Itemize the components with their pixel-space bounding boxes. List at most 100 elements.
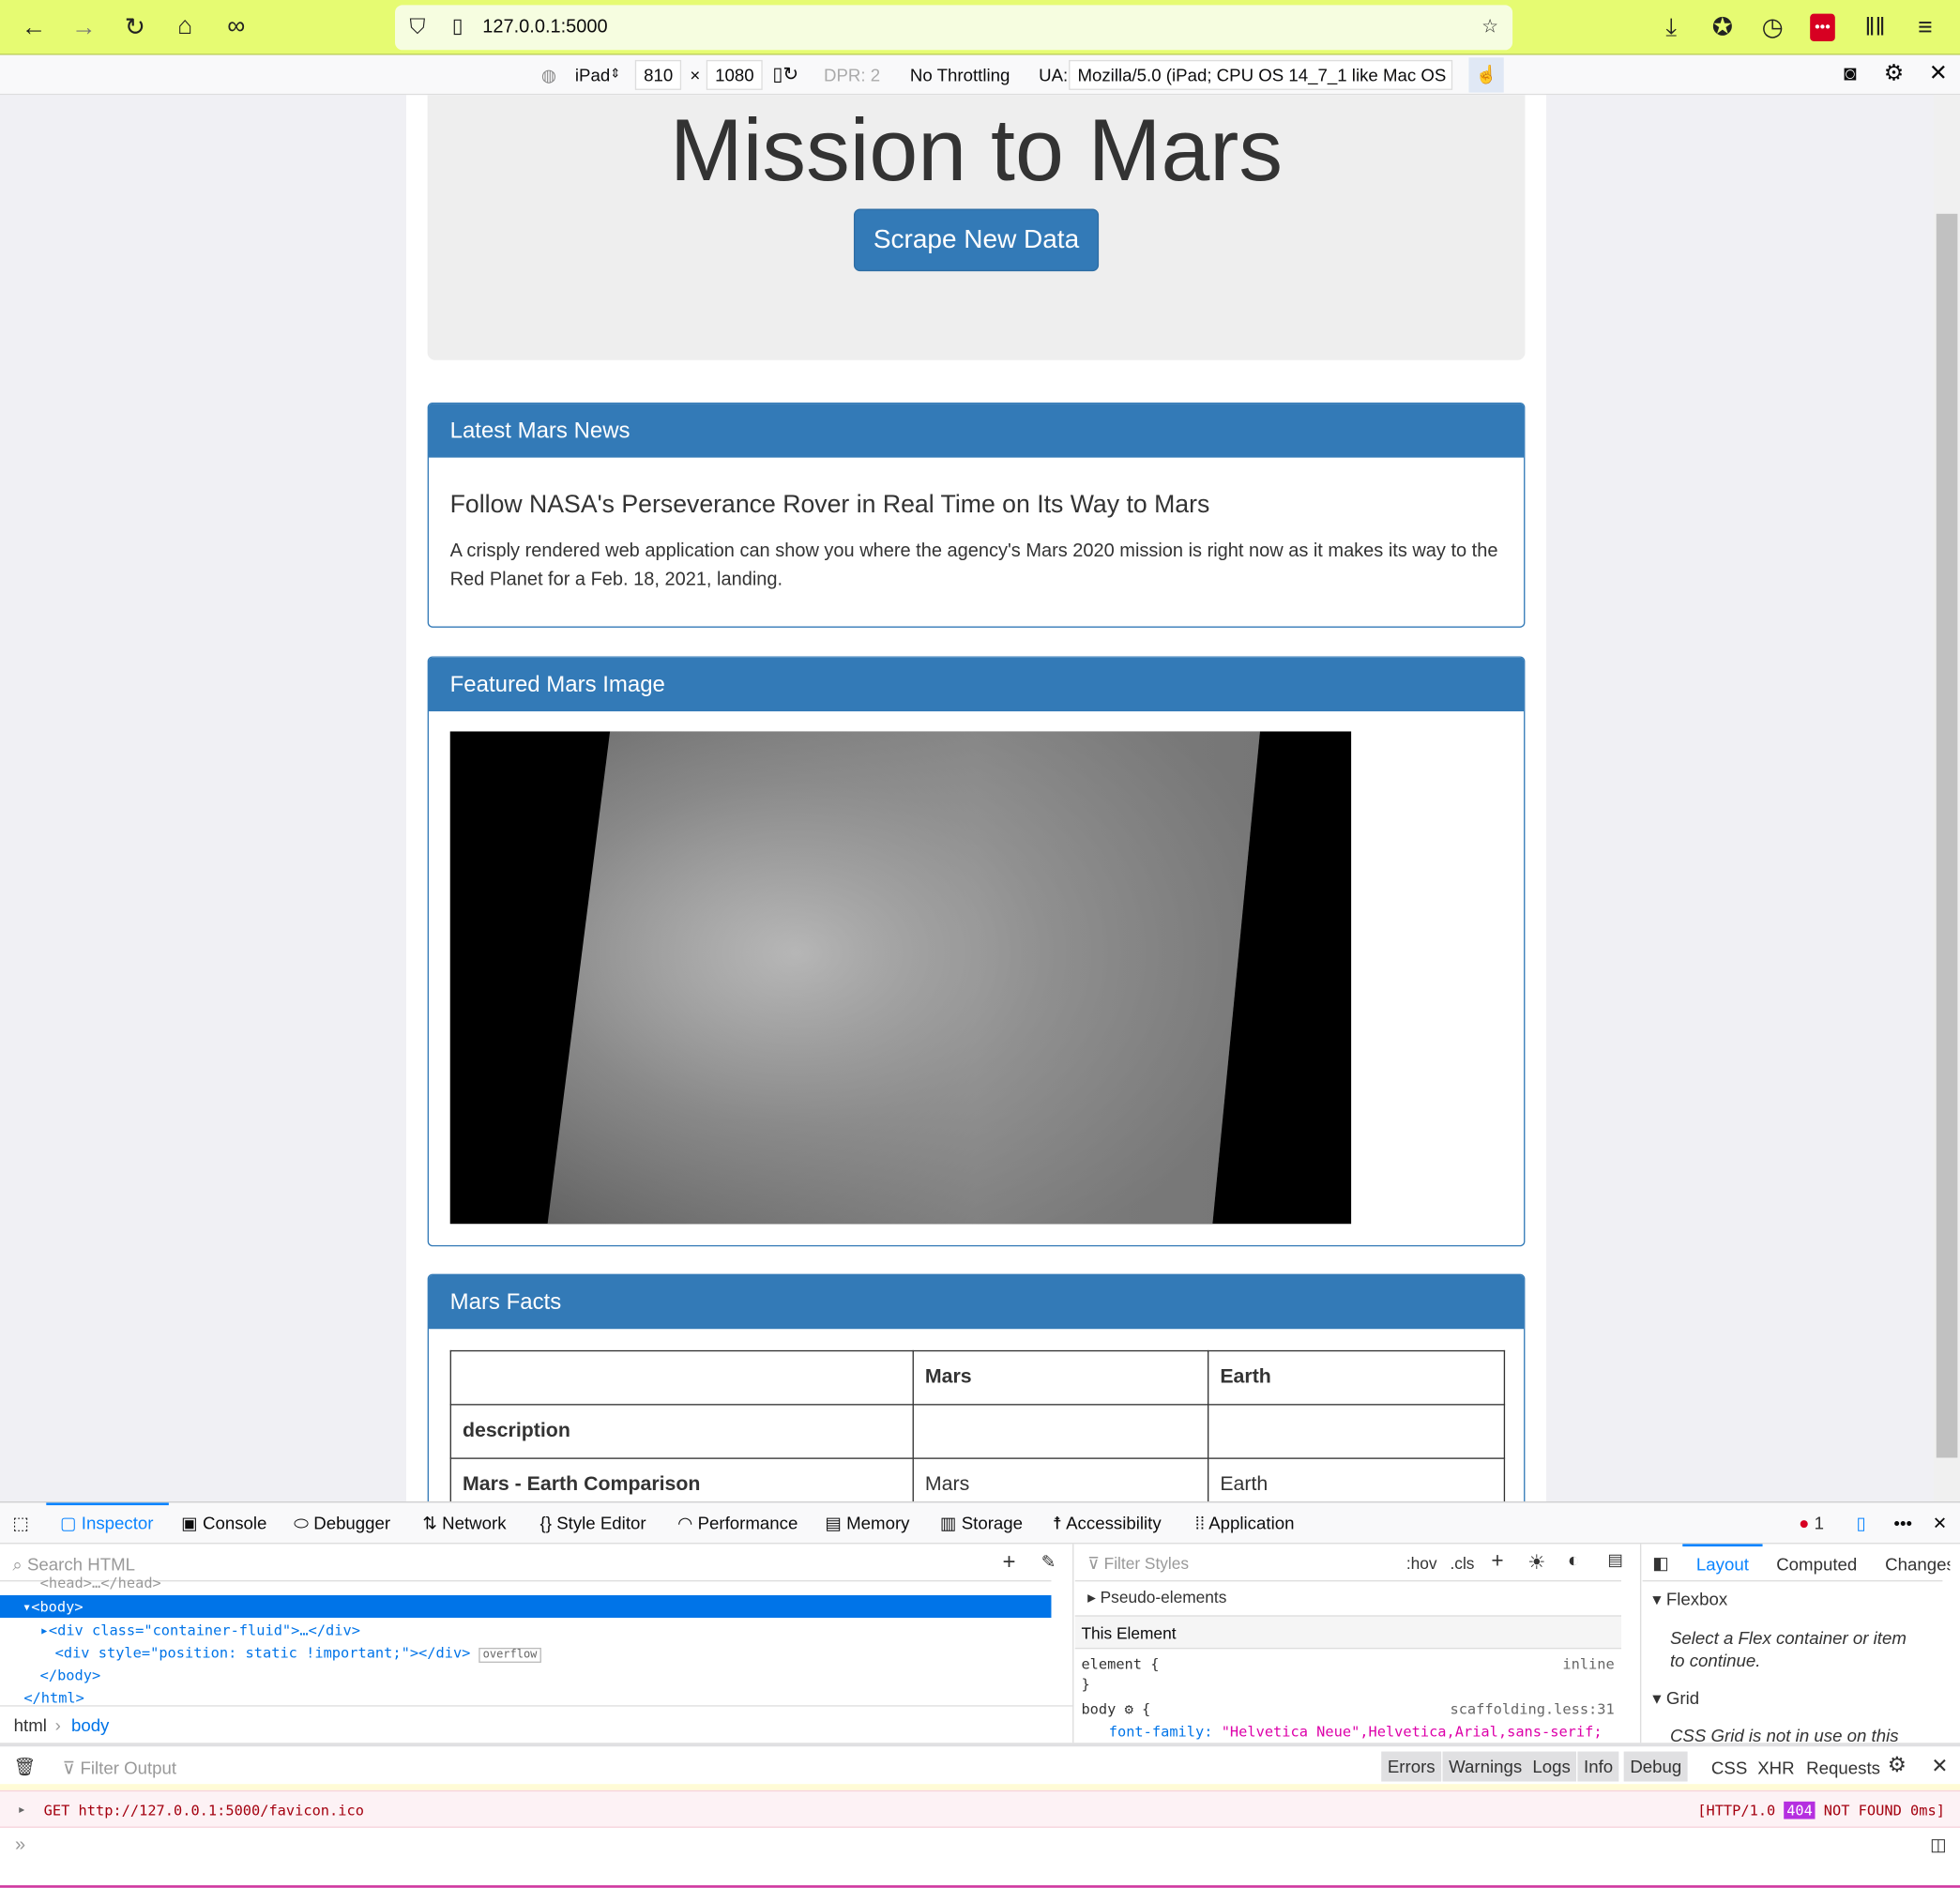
sidebar-toggle-icon[interactable]: ◧: [1652, 1553, 1669, 1575]
page-scrollbar[interactable]: [1934, 95, 1960, 1502]
breadcrumb-html[interactable]: html: [14, 1715, 47, 1735]
responsive-design-toolbar: ◍ iPad ⇕ 810 × 1080 ▯↻ DPR: 2 No Throttli…: [0, 54, 1960, 96]
pseudo-elements-toggle[interactable]: ▸ Pseudo-elements: [1087, 1588, 1226, 1607]
tab-performance[interactable]: ◠ Performance: [677, 1513, 798, 1534]
hov-toggle[interactable]: :hov: [1406, 1554, 1437, 1573]
more-options-icon[interactable]: •••: [1893, 1513, 1912, 1532]
tab-accessibility[interactable]: ☨ Accessibility: [1053, 1513, 1162, 1534]
filter-debug[interactable]: Debug: [1623, 1751, 1688, 1782]
menu-icon[interactable]: ≡: [1910, 15, 1940, 40]
element-rule[interactable]: element {: [1081, 1655, 1159, 1673]
featured-mars-image[interactable]: [449, 731, 1352, 1225]
home-icon[interactable]: ⌂: [170, 14, 200, 39]
print-media-icon[interactable]: ▤: [1607, 1550, 1622, 1570]
library-icon[interactable]: ‖‖: [1860, 15, 1890, 40]
filter-output-input[interactable]: ⊽ Filter Output: [63, 1758, 176, 1779]
filter-css[interactable]: CSS: [1711, 1758, 1747, 1777]
tab-style-editor[interactable]: {} Style Editor: [540, 1513, 646, 1532]
throttling-select[interactable]: No Throttling: [910, 65, 1010, 84]
error-count-badge[interactable]: ● 1: [1799, 1513, 1824, 1532]
console-input[interactable]: [38, 1829, 1912, 1862]
add-rule-icon[interactable]: +: [1491, 1549, 1503, 1575]
back-icon[interactable]: ←: [19, 15, 49, 40]
breadcrumb-body[interactable]: body: [71, 1715, 109, 1735]
private-mask-icon: ∞: [227, 12, 246, 40]
markup-html-close: </html>: [23, 1688, 84, 1707]
cls-toggle[interactable]: .cls: [1450, 1554, 1474, 1573]
tab-network[interactable]: ⇅ Network: [422, 1513, 506, 1534]
filter-styles-input[interactable]: ⊽ Filter Styles: [1087, 1554, 1189, 1574]
page-viewport-area: Mission to Mars Scrape New Data Latest M…: [0, 95, 1960, 1502]
forward-icon[interactable]: →: [68, 15, 99, 40]
tab-inspector[interactable]: ▢ Inspector: [60, 1513, 154, 1534]
filter-warnings[interactable]: Warnings: [1442, 1751, 1528, 1782]
close-console-icon[interactable]: ✕: [1931, 1754, 1948, 1779]
search-html-input[interactable]: ⌕ Search HTML: [12, 1554, 135, 1576]
width-input[interactable]: 810: [634, 59, 682, 90]
console-settings-icon[interactable]: ⚙: [1888, 1753, 1907, 1778]
close-devtools-icon[interactable]: ✕: [1933, 1513, 1948, 1534]
rule-source-link[interactable]: scaffolding.less:31: [1450, 1700, 1614, 1718]
clear-console-icon[interactable]: 🗑: [14, 1757, 37, 1778]
filter-logs[interactable]: Logs: [1526, 1751, 1577, 1782]
dark-mode-icon[interactable]: ◐: [1568, 1550, 1580, 1573]
overflow-badge[interactable]: overflow: [479, 1647, 541, 1663]
column-header-mars: Mars: [912, 1349, 1209, 1406]
filter-requests[interactable]: Requests: [1806, 1758, 1880, 1777]
font-family-declaration[interactable]: font-family: "Helvetica Neue",Helvetica,…: [1109, 1723, 1603, 1741]
tab-layout[interactable]: Layout: [1696, 1554, 1749, 1574]
tab-changes[interactable]: Changes: [1885, 1554, 1950, 1574]
editor-mode-icon[interactable]: ◫: [1930, 1834, 1947, 1855]
tab-computed[interactable]: Computed: [1776, 1554, 1857, 1574]
rotate-icon[interactable]: ▯↻: [772, 63, 798, 85]
table-row: Mars - Earth Comparison Mars Earth: [449, 1457, 1506, 1502]
touch-simulation-icon[interactable]: ☝: [1468, 57, 1504, 93]
body-rule[interactable]: body ⚙ {: [1081, 1700, 1150, 1718]
user-agent-input[interactable]: Mozilla/5.0 (iPad; CPU OS 14_7_1 like Ma…: [1069, 59, 1453, 90]
extensions-icon[interactable]: ✪: [1708, 15, 1738, 40]
tab-application[interactable]: ⁞⁞ Application: [1195, 1513, 1295, 1532]
light-mode-icon[interactable]: ☀: [1527, 1550, 1545, 1576]
page-title: Mission to Mars: [670, 100, 1284, 199]
history-icon[interactable]: ◷: [1757, 15, 1787, 40]
add-node-icon[interactable]: +: [1003, 1549, 1016, 1576]
screenshot-icon[interactable]: ◙: [1844, 61, 1857, 86]
tab-memory[interactable]: ▤ Memory: [825, 1513, 909, 1534]
tab-console[interactable]: ▣ Console: [181, 1513, 266, 1534]
shield-icon[interactable]: ⛉: [403, 15, 433, 40]
console-error-row[interactable]: ▸ GET http://127.0.0.1:5000/favicon.ico …: [0, 1789, 1960, 1828]
download-icon[interactable]: ⤓: [1656, 15, 1686, 40]
rule-source-inline: inline: [1562, 1654, 1615, 1673]
filter-xhr[interactable]: XHR: [1757, 1758, 1794, 1777]
reload-icon[interactable]: ↻: [120, 15, 150, 40]
dpr-select[interactable]: DPR: 2: [824, 65, 880, 84]
settings-icon[interactable]: ⚙: [1884, 60, 1905, 86]
url-text[interactable]: 127.0.0.1:5000: [482, 16, 607, 38]
markup-container-div[interactable]: ▸<div class="container-fluid">…</div>: [40, 1622, 360, 1639]
markup-static-div[interactable]: <div style="position: static !important;…: [55, 1644, 541, 1663]
news-panel-header: Latest Mars News: [428, 403, 1525, 458]
flexbox-section[interactable]: ▾ Flexbox: [1652, 1589, 1727, 1610]
eyedropper-icon[interactable]: ✎: [1041, 1551, 1056, 1573]
filter-errors[interactable]: Errors: [1381, 1751, 1442, 1782]
height-input[interactable]: 1080: [706, 59, 763, 90]
rdm-toggle-icon[interactable]: ▯: [1856, 1513, 1865, 1534]
url-bar[interactable]: ⛉ ▯ 127.0.0.1:5000 ☆: [395, 5, 1513, 51]
tab-storage[interactable]: ▥ Storage: [940, 1513, 1023, 1534]
console-error-message[interactable]: GET http://127.0.0.1:5000/favicon.ico: [44, 1802, 364, 1819]
device-icon: ◍: [540, 65, 557, 85]
element-picker-icon[interactable]: ⬚: [12, 1513, 29, 1534]
bookmark-star-icon[interactable]: ☆: [1475, 15, 1505, 40]
jumbotron: Mission to Mars Scrape New Data: [427, 95, 1526, 360]
scrape-new-data-button[interactable]: Scrape New Data: [853, 208, 1100, 272]
addon-icon[interactable]: •••: [1810, 13, 1835, 41]
markup-head[interactable]: <head>…</head>: [40, 1574, 161, 1591]
markup-body-selected[interactable]: ▾<body>: [0, 1595, 1052, 1618]
this-element-heading: This Element: [1074, 1615, 1621, 1650]
close-rdm-icon[interactable]: ✕: [1929, 60, 1948, 86]
device-select[interactable]: iPad: [575, 65, 610, 84]
tab-debugger[interactable]: ⬭ Debugger: [294, 1513, 390, 1534]
grid-section[interactable]: ▾ Grid: [1652, 1688, 1699, 1710]
filter-info[interactable]: Info: [1577, 1751, 1619, 1782]
layout-sidebar: ◧ Layout Computed Changes ▾ Flexbox Sele…: [1642, 1544, 1960, 1745]
